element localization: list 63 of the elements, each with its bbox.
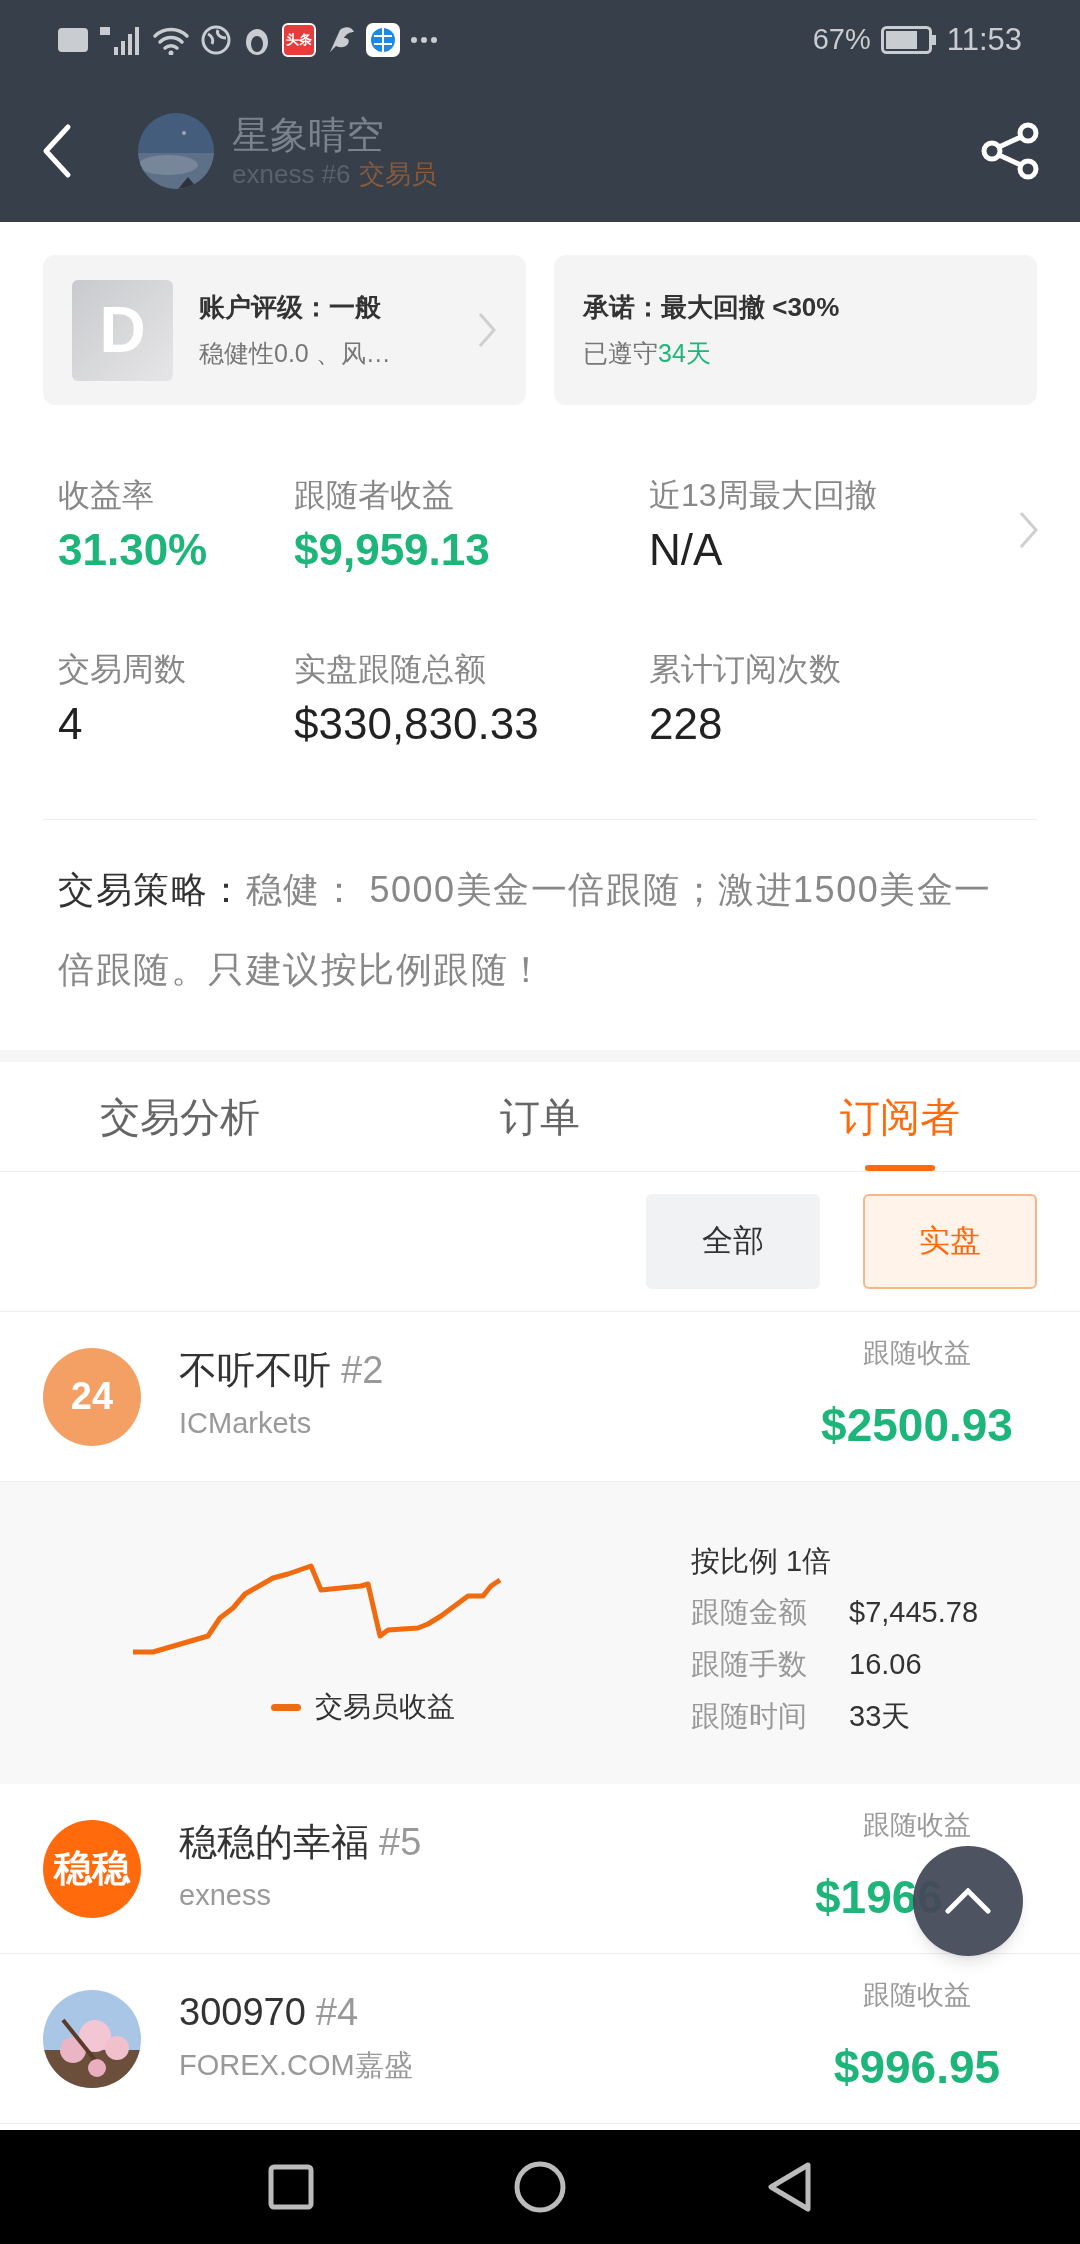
metric-label: 跟随者收益 xyxy=(294,476,455,515)
square-nav-icon[interactable] xyxy=(268,2164,314,2210)
broker-label: exness xyxy=(179,1877,272,1913)
more-icon xyxy=(410,36,438,44)
promise-card[interactable]: 承诺：最大回撤 <30% 已遵守34天 xyxy=(554,255,1037,405)
card-subtitle: 已遵守34天 xyxy=(583,337,712,369)
subscriber-rank: #5 xyxy=(379,1819,422,1864)
subscriber-row[interactable]: 300970 #4 FOREX.COM嘉盛 跟随收益 $996.95 xyxy=(0,1954,1080,2124)
metric-value: $9,959.13 xyxy=(294,524,491,576)
tab[interactable]: 交易分析 xyxy=(0,1062,360,1171)
strategy-text: 交易策略：稳健： 5000美金一倍跟随；激进1500美金一倍跟随。只建议按比例跟随！ xyxy=(57,868,993,992)
ratio-label: 按比例 1倍 xyxy=(691,1544,833,1579)
detail-value: 16.06 xyxy=(849,1647,922,1682)
legend-label: 交易员收益 xyxy=(315,1690,455,1724)
back-nav-icon[interactable] xyxy=(766,2161,812,2213)
card-title: 承诺：最大回撤 <30% xyxy=(583,290,841,324)
metric-value: 228 xyxy=(649,698,724,750)
legend-swatch xyxy=(271,1703,301,1711)
card-title: 账户评级：一般 xyxy=(199,290,382,324)
subscriber-name: 不听不听 xyxy=(179,1347,331,1392)
signal-icon xyxy=(98,25,142,55)
clock: 11:53 xyxy=(946,20,1022,59)
profit-label: 跟随收益 xyxy=(863,1336,971,1370)
detail-value: $7,445.78 xyxy=(849,1595,978,1630)
card-subtitle: 稳健性0.0 、风… xyxy=(199,337,392,369)
battery-percent: 67% xyxy=(812,22,871,58)
avatar: 稳稳 xyxy=(43,1819,141,1918)
detail-label: 跟随金额 xyxy=(691,1595,808,1630)
profit-label: 跟随收益 xyxy=(863,1808,971,1842)
metric-label: 实盘跟随总额 xyxy=(294,650,487,689)
detail-label: 跟随时间 xyxy=(691,1699,808,1734)
metric-value: $330,830.33 xyxy=(294,698,540,750)
wifi-icon xyxy=(152,25,190,55)
filter-button[interactable]: 全部 xyxy=(646,1194,820,1289)
subscriber-name: 稳稳的幸福 xyxy=(179,1819,369,1864)
metric-label: 交易周数 xyxy=(58,650,187,689)
metric-label: 收益率 xyxy=(58,476,155,515)
profit-label: 跟随收益 xyxy=(863,1978,971,2012)
home-nav-icon[interactable] xyxy=(514,2161,566,2213)
subscriber-rank: #4 xyxy=(315,1989,359,2034)
broker-label: FOREX.COM嘉盛 xyxy=(179,2047,414,2083)
chevron-right-icon xyxy=(477,311,497,349)
broker-label: ICMarkets xyxy=(179,1405,313,1441)
tab[interactable]: 订单 xyxy=(360,1062,720,1171)
metric-value: N/A xyxy=(649,524,724,576)
subscriber-name: 300970 xyxy=(179,1989,306,2034)
metric-label: 累计订阅次数 xyxy=(649,650,842,689)
trader-name: 星象晴空 xyxy=(232,113,385,158)
metric-label: 近13周最大回撤 xyxy=(649,476,878,515)
profit-value: $2500.93 xyxy=(821,1398,1013,1454)
back-icon[interactable] xyxy=(42,123,72,179)
chevron-up-icon xyxy=(945,1888,991,1914)
metric-value: 4 xyxy=(58,698,84,750)
detail-value: 33天 xyxy=(849,1699,911,1734)
battery-icon xyxy=(880,26,937,54)
news-app-icon: 头条 xyxy=(282,23,316,57)
role-label: 交易员 xyxy=(358,158,437,190)
detail-label: 跟随手数 xyxy=(691,1647,808,1682)
avatar: 24 xyxy=(43,1347,141,1446)
profit-value: $996.95 xyxy=(833,2040,1001,2096)
subscriber-rank: #2 xyxy=(341,1347,384,1392)
browser-icon xyxy=(366,23,400,57)
metric-value: 31.30% xyxy=(58,524,209,576)
